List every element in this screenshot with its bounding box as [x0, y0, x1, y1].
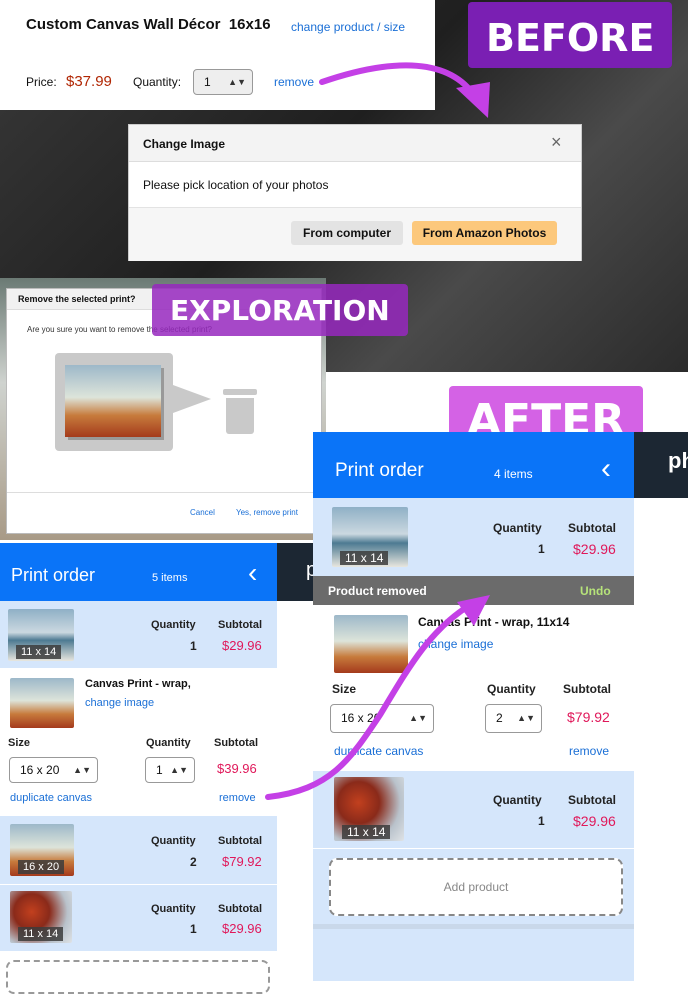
arrow-before-to-dialog — [319, 62, 473, 93]
annotation-arrows — [265, 62, 490, 800]
arrow-remove-to-banner — [265, 602, 473, 800]
arrow-head-icon — [456, 82, 490, 118]
